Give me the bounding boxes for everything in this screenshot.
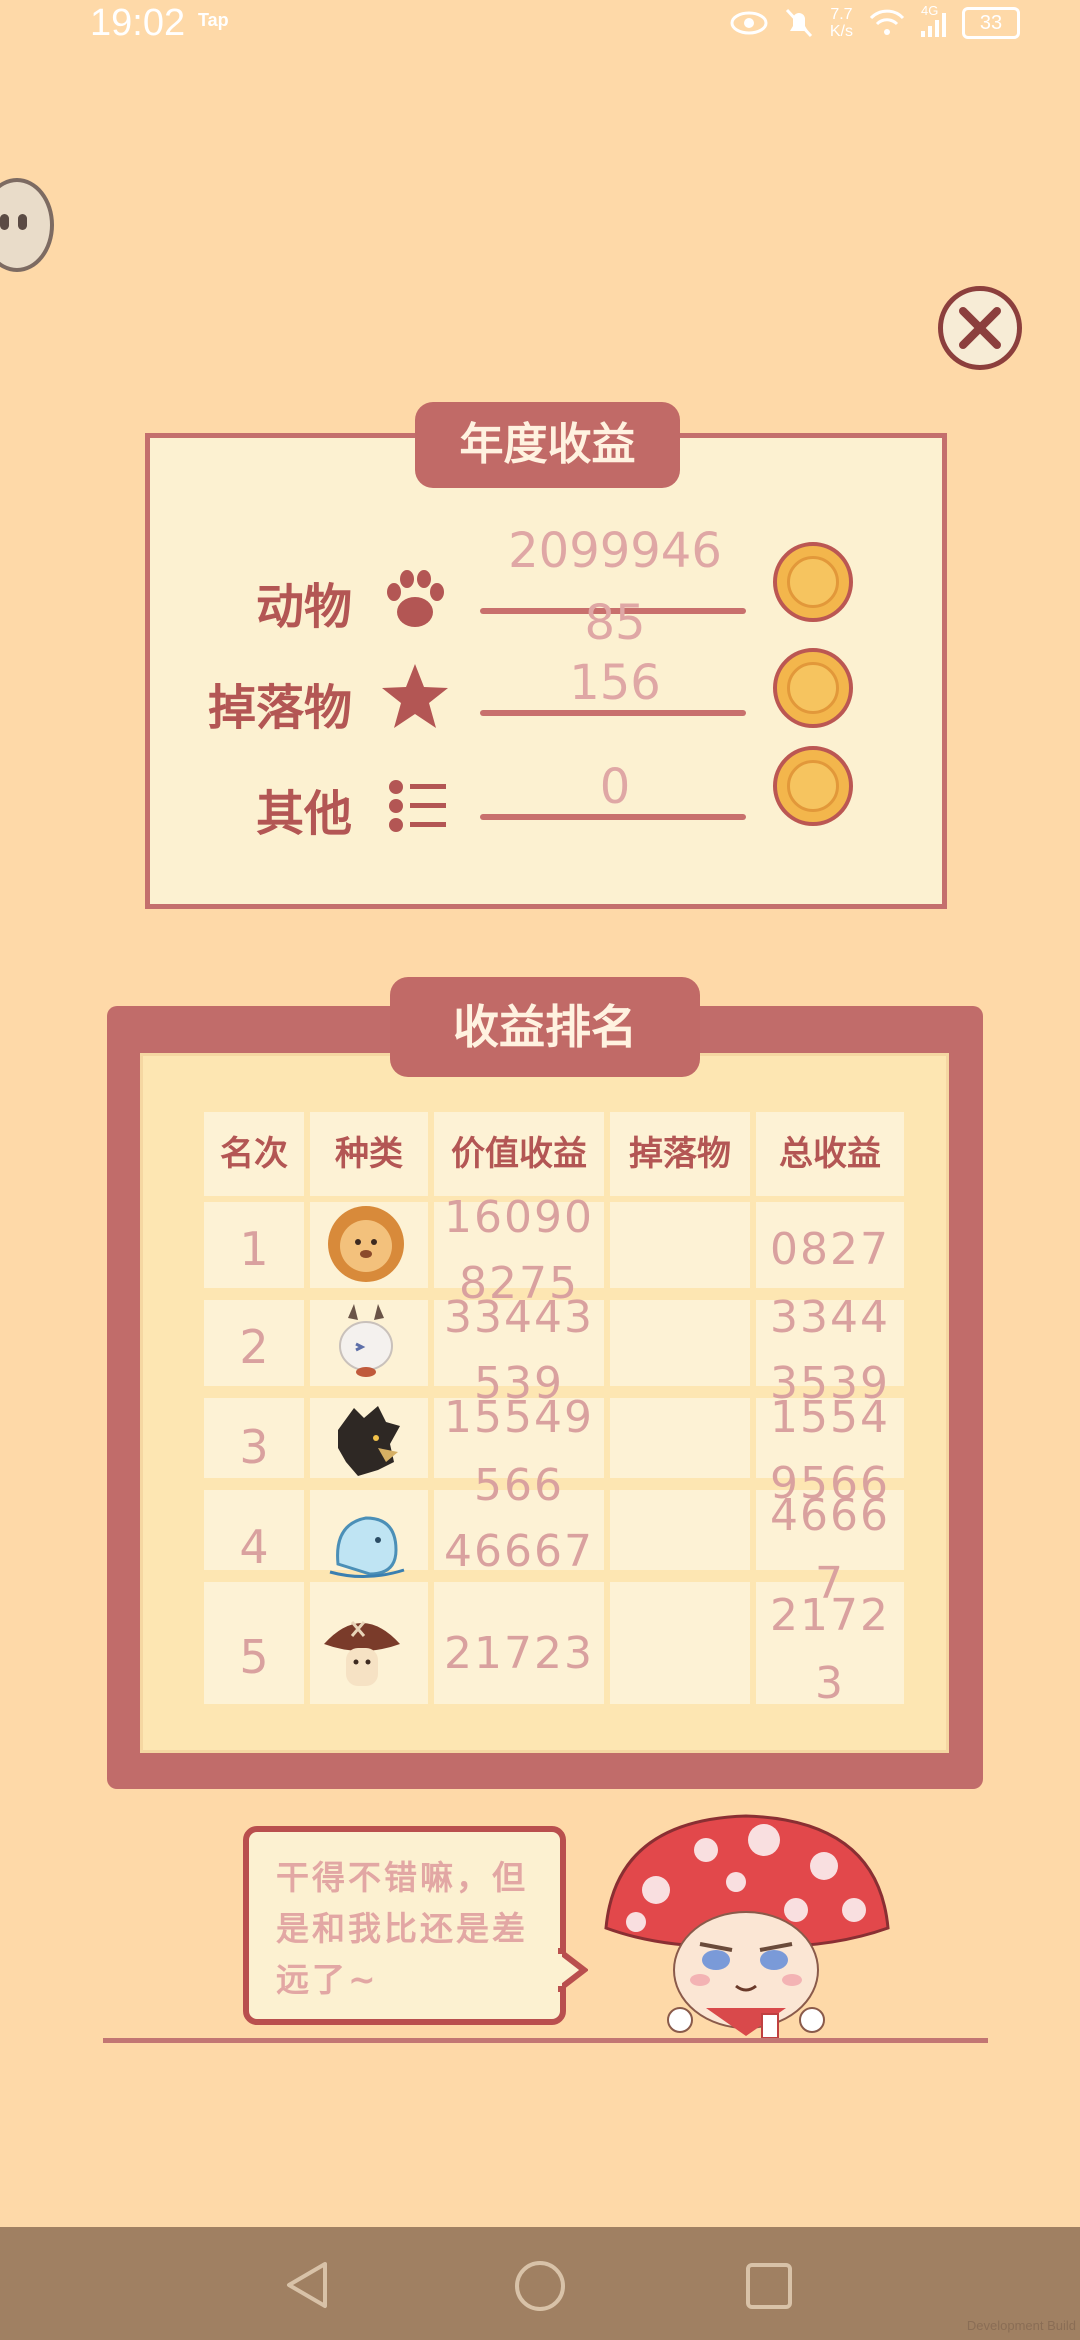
mushroom-coin-icon [773, 746, 853, 826]
table-cell [610, 1202, 750, 1288]
header-value-income: 价值收益 [434, 1112, 604, 1196]
header-drops: 掉落物 [610, 1112, 750, 1196]
signal-icon: 4G [921, 3, 946, 37]
total-income-overflow: 3 [815, 1658, 845, 1709]
rank-number: 3 [239, 1420, 269, 1474]
value-income-cell: 21723 [444, 1628, 594, 1679]
status-tap-label: Tap [198, 10, 229, 30]
income-line-drops [480, 710, 746, 716]
income-value-animals: 2099946 [508, 523, 722, 579]
rank-number: 1 [239, 1222, 269, 1276]
header-rank: 名次 [204, 1112, 304, 1196]
status-icons: 7.7 K/s 4G 33 [730, 3, 1020, 40]
ranking-title: 收益排名 [390, 977, 700, 1077]
table-cell [610, 1300, 750, 1386]
header-species: 种类 [310, 1112, 428, 1196]
eagle-icon [338, 1406, 400, 1476]
income-line-others [480, 814, 746, 820]
lion-icon [328, 1206, 404, 1282]
income-value-others: 0 [599, 759, 631, 815]
close-icon [959, 307, 1001, 349]
whale-icon [329, 1516, 405, 1579]
value-income-cell: 15549 [444, 1392, 594, 1443]
recents-icon[interactable] [744, 2261, 794, 2311]
eye-icon [730, 11, 768, 35]
table-cell [610, 1582, 750, 1704]
paw-icon [387, 570, 444, 627]
net-speed: 7.7 K/s [829, 6, 853, 40]
rank-number: 2 [239, 1320, 269, 1374]
mushroom-icon [324, 1621, 400, 1686]
goat-icon [339, 1304, 393, 1377]
income-value-animals-overflow: 85 [584, 595, 646, 651]
ranking-table: 名次 种类 价值收益 掉落物 总收益 1 2 3 4 5 16090 8275 … [204, 1112, 904, 1710]
table-cell [610, 1490, 750, 1570]
ground-line [103, 2038, 988, 2043]
star-icon [382, 664, 448, 728]
total-income-cell: 1554 [770, 1392, 890, 1443]
rank-number: 4 [239, 1520, 269, 1574]
navigation-bar [0, 2227, 1080, 2340]
list-icon [389, 780, 446, 832]
mushroom-character [604, 1814, 890, 2039]
speech-bubble-tail [558, 1948, 588, 1992]
value-income-cell: 46667 [444, 1526, 594, 1577]
battery-indicator: 33 [962, 7, 1020, 39]
income-row-label-others: 其他 [255, 786, 352, 842]
income-row-label-drops: 掉落物 [207, 680, 352, 736]
annual-income-title: 年度收益 [415, 402, 680, 488]
mushroom-coin-icon [773, 648, 853, 728]
home-icon[interactable] [513, 2259, 567, 2313]
total-income-cell: 4666 [770, 1490, 890, 1541]
close-button[interactable] [938, 286, 1022, 370]
value-income-overflow: 566 [474, 1460, 564, 1511]
income-value-drops: 156 [569, 655, 661, 711]
income-row-label-animals: 动物 [255, 579, 352, 635]
status-time: 19:02 [90, 2, 186, 44]
mushroom-coin-icon [773, 542, 853, 622]
header-total-income: 总收益 [756, 1112, 904, 1196]
wifi-icon [869, 9, 905, 35]
dialog-text: 干得不错嘛，但 是和我比还是差 远了~ [276, 1858, 528, 1999]
signal-label: 4G [921, 3, 939, 18]
bell-muted-icon [785, 8, 812, 38]
rank-number: 5 [239, 1630, 269, 1684]
back-icon[interactable] [285, 2260, 329, 2310]
floating-assistant-button[interactable] [0, 178, 54, 272]
total-income-cell: 3344 [770, 1292, 890, 1343]
total-income-cell: 0827 [770, 1224, 890, 1275]
development-build-watermark: Development Build [966, 2318, 1076, 2333]
value-income-cell: 33443 [444, 1292, 594, 1343]
value-income-cell: 16090 [444, 1192, 594, 1243]
table-cell [610, 1398, 750, 1478]
total-income-cell: 2172 [770, 1590, 890, 1641]
